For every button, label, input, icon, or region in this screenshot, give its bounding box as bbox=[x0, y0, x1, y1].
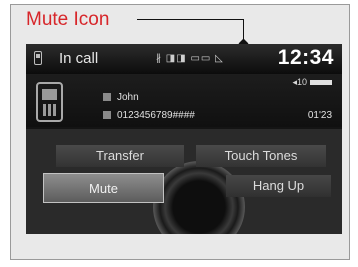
in-call-screen: In call ∦ ◨◨ ▭▭ ◺ 12:34 ◂10 John 0123456… bbox=[26, 44, 342, 234]
status-indicators-icon: ∦ ◨◨ ▭▭ ◺ bbox=[156, 53, 224, 64]
contact-icon bbox=[103, 93, 111, 101]
contact-name: John bbox=[117, 92, 139, 103]
mute-button[interactable]: Mute bbox=[43, 173, 164, 203]
phone-number: 0123456789#### bbox=[117, 110, 195, 121]
mobile-phone-icon bbox=[36, 82, 63, 122]
phone-icon bbox=[34, 51, 42, 65]
screen-title: In call bbox=[59, 50, 99, 67]
callout-label: Mute Icon bbox=[26, 9, 110, 30]
number-icon bbox=[103, 111, 111, 119]
call-duration: 01'23 bbox=[307, 110, 332, 121]
transfer-button[interactable]: Transfer bbox=[56, 145, 184, 167]
touch-tones-button[interactable]: Touch Tones bbox=[196, 145, 326, 167]
hang-up-button[interactable]: Hang Up bbox=[226, 175, 331, 197]
volume-bar bbox=[310, 80, 332, 86]
callout-leader-line bbox=[137, 19, 244, 43]
volume-level: ◂10 bbox=[292, 77, 307, 87]
volume-indicator: ◂10 bbox=[292, 77, 332, 88]
clock: 12:34 bbox=[277, 46, 334, 69]
status-bar: In call ∦ ◨◨ ▭▭ ◺ 12:34 bbox=[26, 44, 342, 74]
